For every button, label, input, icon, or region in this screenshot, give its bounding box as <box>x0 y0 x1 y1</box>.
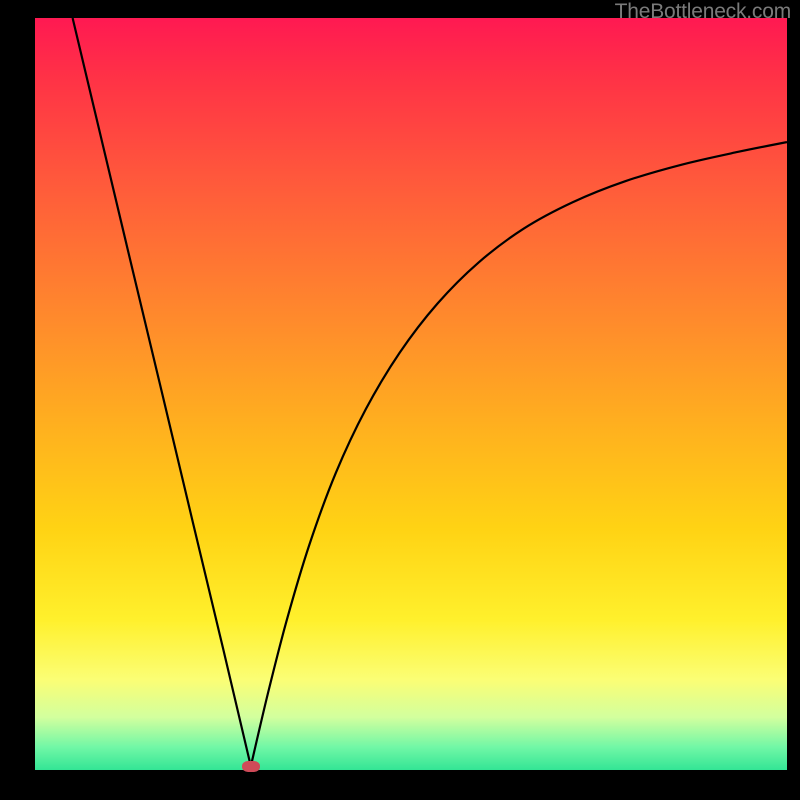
min-point-marker <box>242 761 260 772</box>
chart-frame: TheBottleneck.com <box>0 0 800 800</box>
plot-area <box>35 18 787 770</box>
curve-svg <box>35 18 787 770</box>
